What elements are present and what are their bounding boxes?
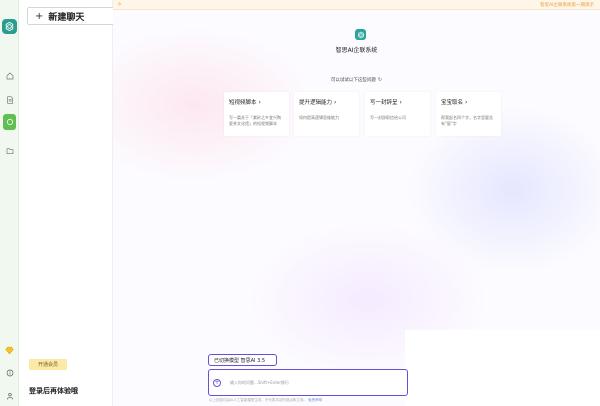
add-attachment-icon[interactable]: +: [213, 378, 221, 387]
new-chat-button[interactable]: + 新建聊天: [27, 7, 121, 25]
card-desc: 帮我起名四个字，名字里要含有"宸"字: [441, 115, 493, 126]
login-tip[interactable]: 登录后再体验哦: [29, 386, 78, 396]
folder-icon[interactable]: [4, 145, 15, 156]
disclaimer-link[interactable]: 免责声明: [308, 398, 322, 402]
card-title: 写一封辞呈: [370, 100, 398, 106]
chat-sidebar: + 新建聊天 开通会员 登录后再体验哦: [19, 0, 121, 406]
brand-logo-icon: [355, 29, 366, 40]
card-title: 短视频脚本: [229, 100, 257, 106]
prompt-card[interactable]: 宝宝取名 › 帮我起名四个字，名字里要含有"宸"字: [436, 92, 501, 136]
hint-row[interactable]: 可以试试以下这些问题 ↻: [113, 77, 600, 83]
plus-icon: +: [35, 10, 44, 22]
card-desc: 写一封辞职信给公司: [370, 115, 406, 120]
card-desc: 写一篇关于「紫砂之乡宜兴陶瓷茶文化馆」的短视频脚本: [229, 115, 281, 126]
document-icon[interactable]: [4, 94, 15, 105]
open-vip-button[interactable]: 开通会员: [29, 359, 67, 370]
notice-link[interactable]: 智思AI企联系统第一期演示: [540, 2, 594, 8]
main-area: ✧ 智思AI企联系统第一期演示 智思AI企联系统 可以试试以下这些问题 ↻ 短视…: [113, 0, 600, 406]
chat-input[interactable]: [230, 380, 380, 385]
notice-bar: ✧ 智思AI企联系统第一期演示: [113, 0, 600, 10]
chevron-right-icon: ›: [399, 98, 402, 106]
user-icon[interactable]: [4, 390, 15, 401]
prompt-card[interactable]: 提升逻辑能力 › 如何提高逻辑思维能力: [294, 92, 359, 136]
disclaimer-text: 以上回答均由AI人工智能模型生成，不代表本站的观点和立场。: [209, 398, 307, 402]
home-icon[interactable]: [4, 70, 15, 81]
chat-input-box[interactable]: +: [208, 369, 408, 396]
prompt-card[interactable]: 写一封辞呈 › 写一封辞职信给公司: [365, 92, 430, 136]
notification-icon: ✧: [117, 1, 123, 8]
refresh-icon[interactable]: ↻: [378, 77, 382, 83]
prompt-card[interactable]: 短视频脚本 › 写一篇关于「紫砂之乡宜兴陶瓷茶文化馆」的短视频脚本: [224, 92, 289, 136]
card-title: 提升逻辑能力: [299, 100, 333, 106]
hint-text: 可以试试以下这些问题: [330, 78, 376, 83]
model-badge[interactable]: 已切换模型 智思AI 3.5: [208, 354, 277, 366]
disclaimer: 以上回答均由AI人工智能模型生成，不代表本站的观点和立场。 免责声明: [209, 398, 322, 403]
icon-rail: [0, 0, 19, 406]
chevron-right-icon: ›: [334, 98, 337, 106]
vip-icon[interactable]: [4, 345, 15, 356]
info-icon[interactable]: [4, 367, 15, 378]
chevron-right-icon: ›: [258, 98, 261, 106]
chat-icon[interactable]: [3, 114, 16, 130]
brand-title: 智思AI企联系统: [335, 47, 378, 54]
new-chat-label: 新建聊天: [48, 12, 85, 23]
blank-panel: [405, 330, 600, 406]
openai-knot-icon: [5, 21, 14, 32]
chevron-right-icon: ›: [465, 98, 468, 106]
app-logo-icon[interactable]: [2, 19, 17, 34]
card-title: 宝宝取名: [441, 100, 464, 106]
card-desc: 如何提高逻辑思维能力: [299, 115, 339, 120]
